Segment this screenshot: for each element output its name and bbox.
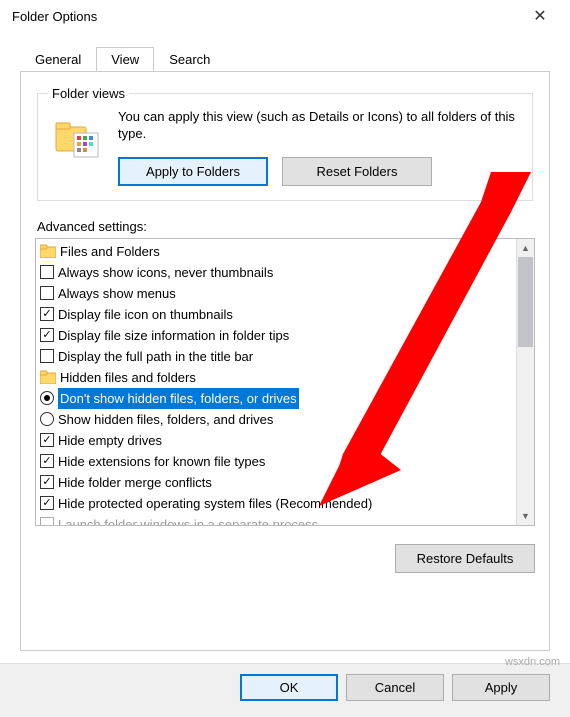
advanced-settings-label: Advanced settings: <box>37 219 535 234</box>
tree-checkbox-option[interactable]: Launch folder windows in a separate proc… <box>36 514 516 525</box>
radio-icon[interactable] <box>40 412 54 426</box>
option-label: Hidden files and folders <box>60 367 196 388</box>
option-label: Always show menus <box>58 283 176 304</box>
option-label: Don't show hidden files, folders, or dri… <box>58 388 299 409</box>
apply-button[interactable]: Apply <box>452 674 550 701</box>
folder-views-legend: Folder views <box>48 86 129 101</box>
checkbox-icon[interactable] <box>40 349 54 363</box>
option-label: Hide protected operating system files (R… <box>58 493 372 514</box>
checkbox-icon[interactable]: ✓ <box>40 496 54 510</box>
folder-views-description: You can apply this view (such as Details… <box>118 109 522 143</box>
option-label: Hide extensions for known file types <box>58 451 265 472</box>
close-icon[interactable]: ✕ <box>520 6 560 26</box>
folder-views-icon <box>48 109 106 186</box>
tab-panel-view: Folder views You can apply <box>20 71 550 651</box>
tab-search[interactable]: Search <box>154 47 225 72</box>
advanced-settings-list: Files and FoldersAlways show icons, neve… <box>35 238 535 526</box>
tree-radio-option[interactable]: Show hidden files, folders, and drives <box>36 409 516 430</box>
tab-view[interactable]: View <box>96 47 154 72</box>
checkbox-icon[interactable] <box>40 286 54 300</box>
cancel-button[interactable]: Cancel <box>346 674 444 701</box>
tree-checkbox-option[interactable]: ✓ Hide folder merge conflicts <box>36 472 516 493</box>
checkbox-icon[interactable]: ✓ <box>40 475 54 489</box>
option-label: Display file size information in folder … <box>58 325 289 346</box>
checkbox-icon[interactable] <box>40 265 54 279</box>
option-label: Show hidden files, folders, and drives <box>58 409 273 430</box>
checkbox-icon[interactable]: ✓ <box>40 307 54 321</box>
tab-strip: General View Search <box>20 46 570 71</box>
tree-checkbox-option[interactable]: ✓ Display file size information in folder… <box>36 325 516 346</box>
tree-checkbox-option[interactable]: ✓ Display file icon on thumbnails <box>36 304 516 325</box>
checkbox-icon[interactable] <box>40 517 54 525</box>
checkbox-icon[interactable]: ✓ <box>40 328 54 342</box>
tree-checkbox-option[interactable]: ✓ Hide protected operating system files (… <box>36 493 516 514</box>
option-label: Launch folder windows in a separate proc… <box>58 514 318 525</box>
tree-checkbox-option[interactable]: Always show menus <box>36 283 516 304</box>
scrollbar[interactable]: ▲ ▼ <box>516 239 534 525</box>
option-label: Hide folder merge conflicts <box>58 472 212 493</box>
tree-checkbox-option[interactable]: Display the full path in the title bar <box>36 346 516 367</box>
tree-folder: Files and Folders <box>36 241 516 262</box>
scroll-down-icon[interactable]: ▼ <box>517 507 534 525</box>
tree-folder: Hidden files and folders <box>36 367 516 388</box>
dialog-button-bar: OK Cancel Apply <box>0 663 570 717</box>
checkbox-icon[interactable]: ✓ <box>40 433 54 447</box>
watermark-text: wsxdn.com <box>505 656 560 668</box>
tab-general[interactable]: General <box>20 47 96 72</box>
scroll-thumb[interactable] <box>518 257 533 347</box>
checkbox-icon[interactable]: ✓ <box>40 454 54 468</box>
option-label: Display the full path in the title bar <box>58 346 253 367</box>
ok-button[interactable]: OK <box>240 674 338 701</box>
reset-folders-button[interactable]: Reset Folders <box>282 157 432 186</box>
option-label: Hide empty drives <box>58 430 162 451</box>
radio-icon[interactable] <box>40 391 54 405</box>
window-title: Folder Options <box>12 9 97 24</box>
tree-checkbox-option[interactable]: Always show icons, never thumbnails <box>36 262 516 283</box>
restore-defaults-button[interactable]: Restore Defaults <box>395 544 535 573</box>
scroll-up-icon[interactable]: ▲ <box>517 239 534 257</box>
tree-checkbox-option[interactable]: ✓ Hide empty drives <box>36 430 516 451</box>
option-label: Files and Folders <box>60 241 160 262</box>
tree-radio-option[interactable]: Don't show hidden files, folders, or dri… <box>36 388 516 409</box>
option-label: Always show icons, never thumbnails <box>58 262 273 283</box>
folder-views-group: Folder views You can apply <box>37 86 533 201</box>
apply-to-folders-button[interactable]: Apply to Folders <box>118 157 268 186</box>
tree-checkbox-option[interactable]: ✓ Hide extensions for known file types <box>36 451 516 472</box>
option-label: Display file icon on thumbnails <box>58 304 233 325</box>
